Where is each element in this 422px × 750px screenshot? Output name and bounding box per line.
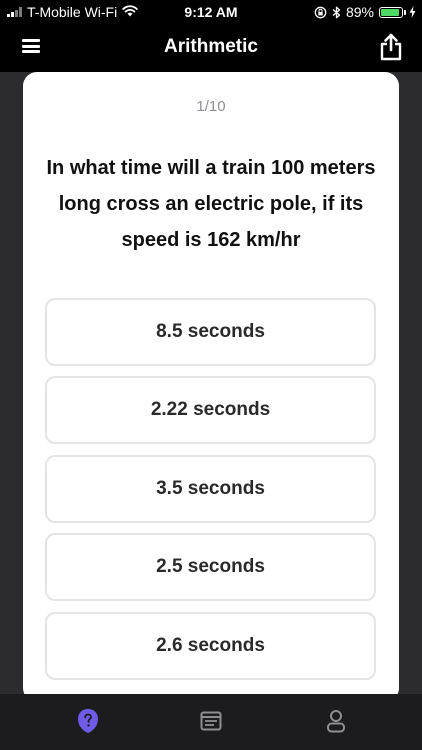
tab-profile[interactable] bbox=[321, 708, 351, 734]
answer-option-1[interactable]: 8.5 seconds bbox=[45, 298, 376, 366]
bluetooth-icon bbox=[332, 6, 341, 19]
answer-option-2[interactable]: 2.22 seconds bbox=[45, 376, 376, 444]
nav-bar: Arithmetic bbox=[0, 24, 422, 72]
question-mark-icon bbox=[78, 709, 98, 733]
answer-option-4[interactable]: 2.5 seconds bbox=[45, 533, 376, 601]
question-text: In what time will a train 100 meters lon… bbox=[46, 157, 376, 251]
question-card: 1/10 In what time will a train 100 meter… bbox=[23, 72, 399, 702]
status-bar: T-Mobile Wi-Fi 9:12 AM 89% bbox=[0, 0, 422, 24]
answer-option-5[interactable]: 2.6 seconds bbox=[45, 612, 376, 680]
battery-level bbox=[381, 8, 399, 16]
charging-icon bbox=[409, 6, 416, 18]
battery-percent: 89% bbox=[345, 4, 374, 20]
tab-notes[interactable] bbox=[196, 708, 226, 734]
tab-bar bbox=[0, 694, 422, 750]
battery-icon bbox=[379, 6, 403, 18]
page-title: Arithmetic bbox=[164, 36, 258, 57]
status-right: 89% bbox=[314, 4, 416, 20]
share-icon[interactable] bbox=[379, 33, 403, 61]
tab-quiz[interactable] bbox=[73, 708, 103, 734]
answer-option-3[interactable]: 3.5 seconds bbox=[45, 455, 376, 523]
battery-cap bbox=[404, 9, 406, 15]
question-progress: 1/10 bbox=[196, 98, 226, 115]
notes-icon bbox=[200, 711, 222, 731]
profile-icon bbox=[327, 710, 345, 733]
lock-rotation-icon bbox=[314, 6, 327, 19]
